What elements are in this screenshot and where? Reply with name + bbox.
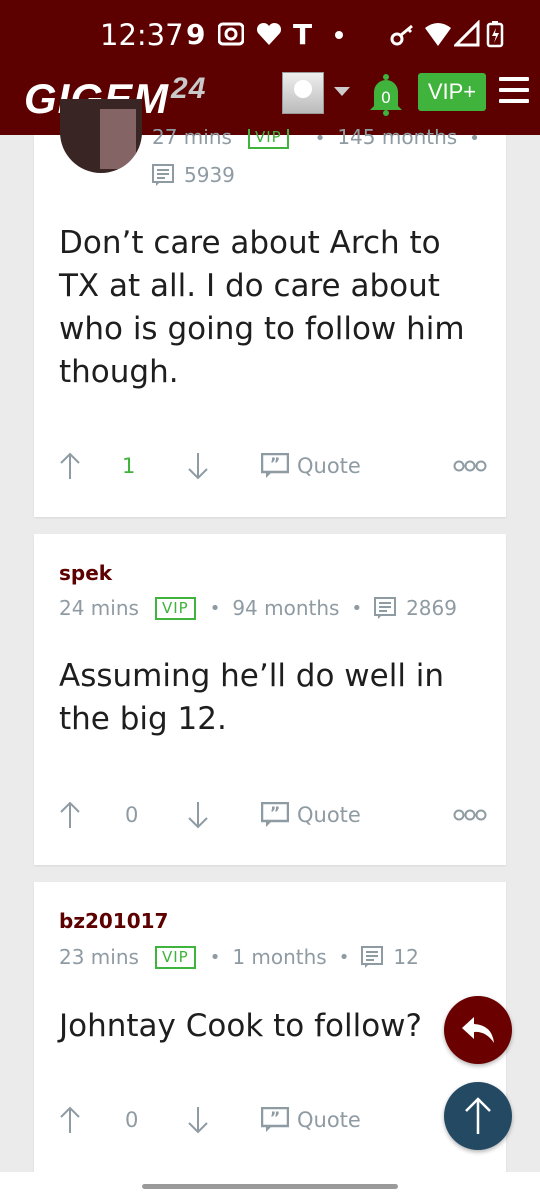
quote-icon: ” bbox=[261, 453, 289, 478]
svg-text:9: 9 bbox=[186, 20, 205, 48]
vip-badge: VIP bbox=[154, 596, 196, 620]
quote-button[interactable]: ” Quote bbox=[261, 800, 361, 830]
user-avatar[interactable] bbox=[282, 72, 324, 114]
vip-badge: VIP bbox=[247, 129, 289, 149]
quote-button[interactable]: ” Quote bbox=[261, 1105, 361, 1135]
key-icon bbox=[390, 24, 413, 46]
post-actions: 0 ” Quote bbox=[59, 800, 489, 830]
vip-badge: VIP bbox=[154, 945, 196, 969]
member-tenure: 145 months bbox=[337, 129, 458, 149]
quote-label: Quote bbox=[297, 803, 361, 827]
wifi-icon bbox=[425, 23, 451, 46]
post-count: 2869 bbox=[406, 596, 457, 620]
more-options-icon[interactable] bbox=[453, 459, 487, 473]
heart-icon bbox=[256, 22, 282, 45]
reply-arrow-icon bbox=[462, 1017, 494, 1043]
logo-number: 24 bbox=[171, 72, 207, 105]
post-actions: 0 ” Quote bbox=[59, 1105, 489, 1135]
upvote-icon[interactable] bbox=[59, 1105, 81, 1135]
quote-label: Quote bbox=[297, 454, 361, 478]
post-body: Johntay Cook to follow? bbox=[59, 1008, 422, 1044]
vip-plus-button[interactable]: VIP+ bbox=[418, 73, 486, 111]
camera-icon bbox=[218, 22, 244, 46]
posts-icon bbox=[152, 164, 174, 186]
status-bar: 12:37 9 T bbox=[0, 0, 540, 66]
post-count: 12 bbox=[393, 945, 419, 969]
svg-text:”: ” bbox=[270, 454, 281, 473]
downvote-icon[interactable] bbox=[187, 451, 209, 481]
svg-text:T: T bbox=[293, 20, 312, 48]
arrow-up-icon bbox=[465, 1097, 491, 1134]
vote-count: 0 bbox=[125, 803, 139, 827]
post-count: 5939 bbox=[184, 163, 235, 187]
post-meta: 27 mins VIP • 145 months • bbox=[152, 129, 492, 149]
post-body: Don’t care about Arch to TX at all. I do… bbox=[59, 225, 465, 390]
post-card: spek 24 mins VIP • 94 months • 2869 Assu… bbox=[34, 534, 506, 865]
post-body: Assuming he’ll do well in the big 12. bbox=[59, 658, 445, 737]
post-meta: 23 mins VIP • 1 months • 12 bbox=[59, 945, 419, 969]
vote-count: 0 bbox=[125, 1108, 139, 1132]
app-9-icon: 9 bbox=[186, 20, 205, 48]
reply-fab-button[interactable] bbox=[444, 996, 512, 1064]
t-app-icon: T bbox=[293, 20, 312, 48]
gesture-home-bar[interactable] bbox=[142, 1184, 398, 1189]
notification-bell-icon[interactable]: 0 bbox=[368, 72, 404, 116]
downvote-icon[interactable] bbox=[187, 800, 209, 830]
post-meta: 24 mins VIP • 94 months • 2869 bbox=[59, 596, 457, 620]
poster-avatar[interactable] bbox=[60, 99, 142, 173]
post-username[interactable]: spek bbox=[59, 561, 112, 585]
battery-icon bbox=[486, 21, 504, 48]
post-time: 23 mins bbox=[59, 945, 139, 969]
post-time: 27 mins bbox=[152, 129, 232, 149]
svg-text:”: ” bbox=[270, 803, 281, 822]
scroll-to-top-button[interactable] bbox=[444, 1082, 512, 1150]
notification-count: 0 bbox=[381, 88, 391, 107]
post-username[interactable]: bz201017 bbox=[59, 909, 168, 933]
post-card: bz201017 23 mins VIP • 1 months • 12 Joh… bbox=[34, 882, 506, 1174]
account-dropdown-caret-icon[interactable] bbox=[334, 87, 350, 96]
posts-icon bbox=[374, 597, 397, 619]
svg-text:”: ” bbox=[270, 1108, 281, 1127]
hamburger-menu-icon[interactable] bbox=[499, 77, 529, 103]
member-tenure: 1 months bbox=[232, 945, 327, 969]
post-time: 24 mins bbox=[59, 596, 139, 620]
vote-count: 1 bbox=[122, 454, 136, 478]
post-card: 27 mins VIP • 145 months • 5939 Don’t ca… bbox=[34, 99, 506, 517]
quote-icon: ” bbox=[261, 1107, 289, 1132]
downvote-icon[interactable] bbox=[187, 1105, 209, 1135]
post-actions: 1 ” Quote bbox=[59, 451, 489, 481]
status-time: 12:37 bbox=[100, 18, 184, 52]
more-options-icon[interactable] bbox=[453, 808, 487, 822]
upvote-icon[interactable] bbox=[59, 800, 81, 830]
signal-icon bbox=[454, 20, 480, 47]
quote-label: Quote bbox=[297, 1108, 361, 1132]
member-tenure: 94 months bbox=[232, 596, 340, 620]
quote-icon: ” bbox=[261, 802, 289, 827]
dot-icon bbox=[335, 31, 343, 39]
quote-button[interactable]: ” Quote bbox=[261, 451, 361, 481]
upvote-icon[interactable] bbox=[59, 451, 81, 481]
post-count-row: 5939 bbox=[152, 163, 235, 187]
posts-icon bbox=[361, 946, 384, 968]
